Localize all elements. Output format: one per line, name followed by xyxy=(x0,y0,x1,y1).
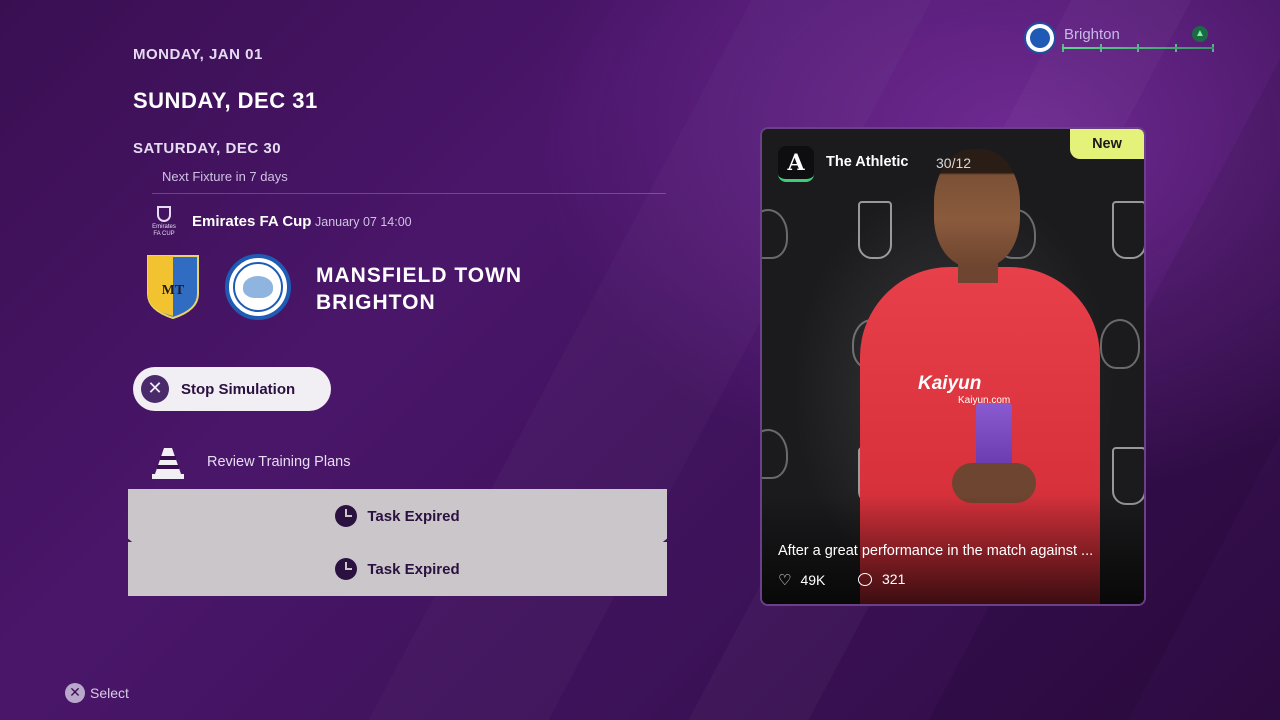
divider xyxy=(152,193,666,194)
likes-count: ♡ 49K xyxy=(778,572,826,589)
club-indicator: Brighton ▲ xyxy=(1024,20,1216,56)
calendar-day-previous[interactable]: SATURDAY, DEC 30 xyxy=(133,140,281,157)
stop-simulation-label: Stop Simulation xyxy=(181,380,296,398)
news-source: The Athletic xyxy=(826,154,909,170)
brighton-crest-icon xyxy=(225,254,291,320)
close-icon: ✕ xyxy=(141,375,169,403)
club-status-icon: ▲ xyxy=(1192,26,1208,42)
task-expired-row[interactable]: Task Expired xyxy=(128,489,667,543)
news-date: 30/12 xyxy=(936,155,972,171)
next-fixture-countdown: Next Fixture in 7 days xyxy=(162,169,288,184)
new-badge: New xyxy=(1070,129,1144,159)
heart-icon: ♡ xyxy=(778,572,792,589)
shirt-sponsor: Kaiyun xyxy=(918,373,982,394)
select-hint-label: Select xyxy=(90,685,129,701)
mansfield-crest-icon: MT xyxy=(147,255,199,320)
home-team-name: MANSFIELD TOWN xyxy=(316,264,523,287)
select-hint: ✕ Select xyxy=(65,683,129,703)
review-training-plans-link[interactable]: Review Training Plans xyxy=(207,454,350,470)
news-card[interactable]: Kaiyun Kaiyun.com A The Athletic 30/12 N… xyxy=(760,127,1146,606)
premier-league-lion-icon xyxy=(1100,319,1140,369)
task-label: Task Expired xyxy=(367,507,460,525)
clock-icon xyxy=(335,558,358,580)
training-cone-icon xyxy=(152,448,184,479)
fa-cup-logo-icon: Emirates FA CUP xyxy=(150,206,178,238)
svg-text:MT: MT xyxy=(162,283,185,298)
cross-button-icon: ✕ xyxy=(65,683,85,703)
comments-count: 321 xyxy=(858,571,905,587)
the-athletic-logo-icon: A xyxy=(778,146,814,182)
news-headline: After a great performance in the match a… xyxy=(778,543,1094,559)
away-team-name: BRIGHTON xyxy=(316,291,436,314)
calendar-day-current[interactable]: SUNDAY, DEC 31 xyxy=(133,88,318,114)
task-label: Task Expired xyxy=(367,560,460,578)
calendar-day-next[interactable]: MONDAY, JAN 01 xyxy=(133,46,263,63)
forest-crest-pattern-icon xyxy=(1112,201,1144,259)
fixture-kickoff: January 07 14:00 xyxy=(315,215,412,229)
club-name: Brighton xyxy=(1064,26,1120,43)
club-progress-line xyxy=(1062,47,1214,49)
stop-simulation-button[interactable]: ✕ Stop Simulation xyxy=(133,367,331,411)
competition-name: Emirates FA Cup xyxy=(192,213,312,230)
brighton-crest-icon xyxy=(1024,22,1056,54)
task-expired-row[interactable]: Task Expired xyxy=(128,542,667,596)
comment-icon xyxy=(858,572,872,586)
clock-icon xyxy=(335,505,358,527)
forest-crest-pattern-icon xyxy=(858,201,892,259)
